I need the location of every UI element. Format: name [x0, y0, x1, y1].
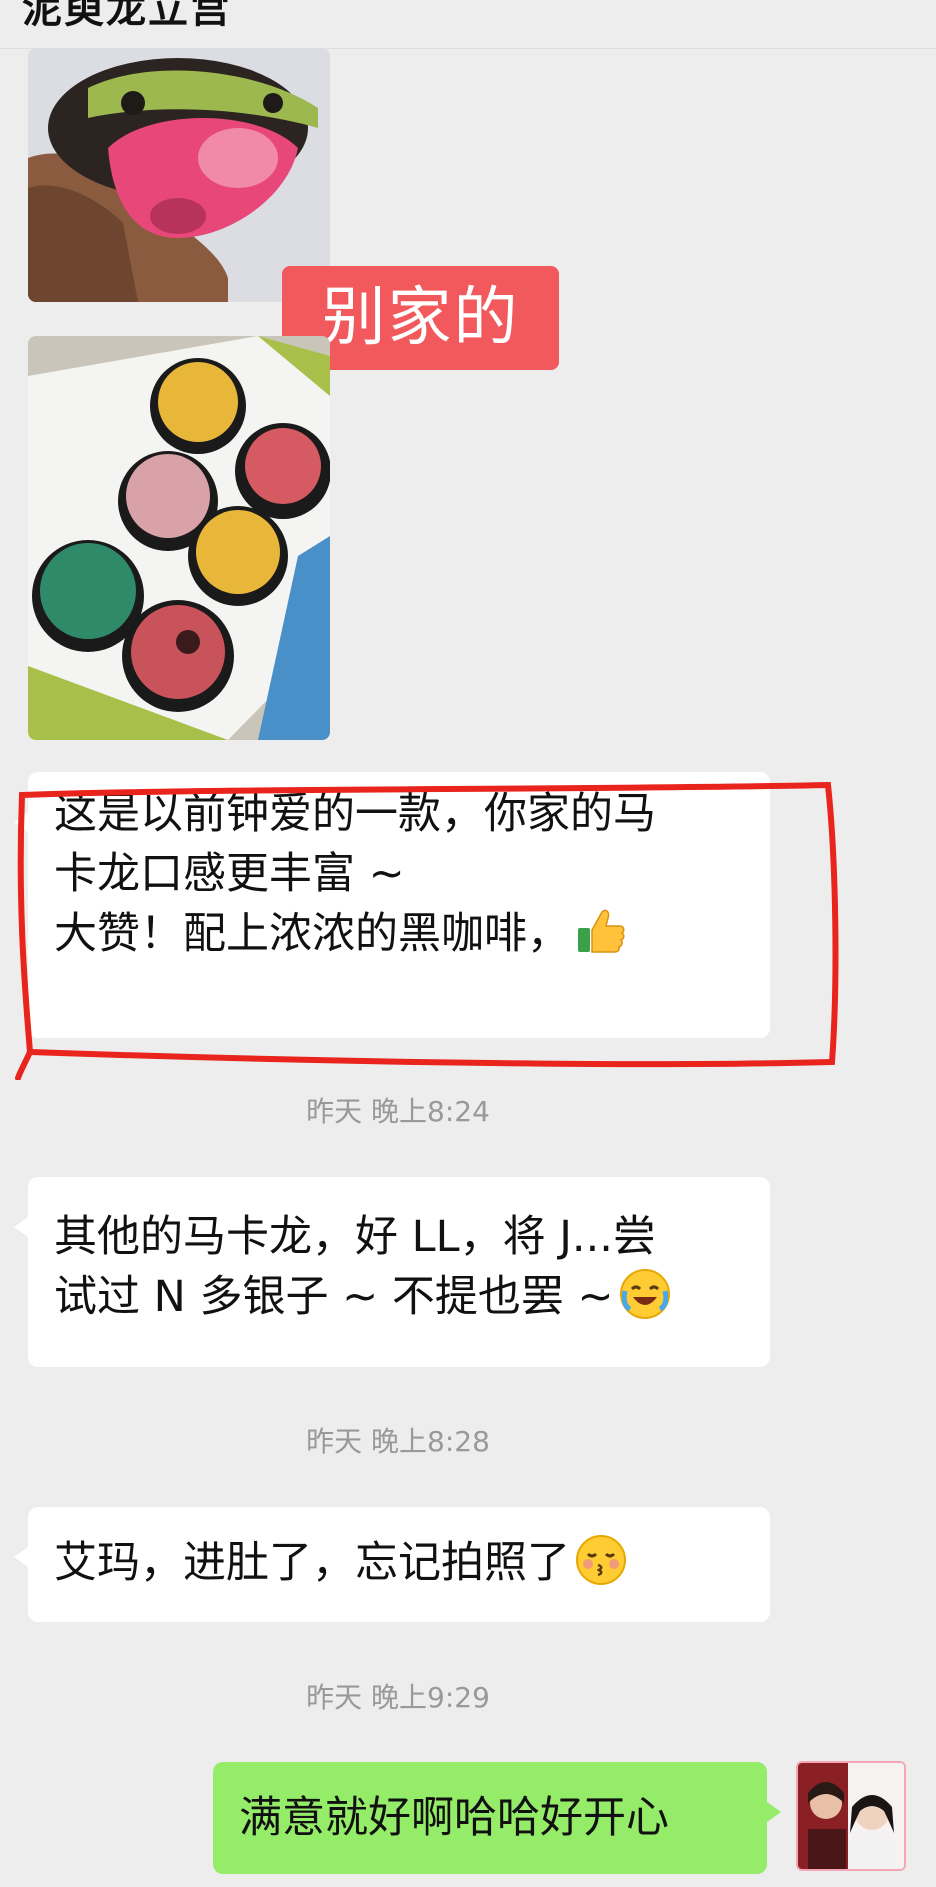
- message-1-line-2: 卡龙口感更丰富 ~: [54, 849, 405, 899]
- message-bubble-1[interactable]: 这是以前钟爱的一款，你家的马 卡龙口感更丰富 ~ 大赞！配上浓浓的黑咖啡，: [14, 772, 770, 1038]
- macaron-box-image: [28, 336, 330, 740]
- timestamp-3: 昨天 晚上9:29: [306, 1681, 490, 1714]
- message-3-line-1: 艾玛，进肚了，忘记拍照了: [54, 1538, 570, 1588]
- thumbs-up-icon: [576, 906, 626, 956]
- message-2-line-2: 试过 N 多银子 ~ 不提也罢 ~: [54, 1272, 614, 1322]
- message-1-line-3-wrap: 大赞！配上浓浓的黑咖啡，: [54, 904, 744, 964]
- message-bubble-self[interactable]: 满意就好啊哈哈好开心: [213, 1762, 781, 1874]
- message-1-line-3: 大赞！配上浓浓的黑咖啡，: [54, 909, 570, 959]
- message-3-line-1-wrap: 艾玛，进肚了，忘记拍照了: [54, 1533, 744, 1593]
- avatar-image: [798, 1763, 904, 1869]
- chat-title: 泥萸龙立宫: [22, 0, 232, 32]
- timestamp-1: 昨天 晚上8:24: [306, 1095, 490, 1128]
- bitten-macaron-image: [28, 48, 330, 302]
- message-bubble-3[interactable]: 艾玛，进肚了，忘记拍照了: [14, 1507, 770, 1622]
- photo-macaron-box[interactable]: [28, 336, 330, 740]
- message-4-line-1: 满意就好啊哈哈好开心: [239, 1793, 669, 1843]
- laughing-crying-face-icon: [619, 1269, 670, 1319]
- timestamp-2: 昨天 晚上8:28: [306, 1425, 490, 1458]
- kissing-face-icon: [576, 1535, 626, 1585]
- chat-header: 泥萸龙立宫: [0, 0, 936, 49]
- message-2-line-1: 其他的马卡龙，好 LL，将 J...尝: [54, 1212, 656, 1262]
- message-bubble-2[interactable]: 其他的马卡龙，好 LL，将 J...尝 试过 N 多银子 ~ 不提也罢 ~: [14, 1177, 770, 1367]
- message-1-line-1: 这是以前钟爱的一款，你家的马: [54, 789, 656, 839]
- avatar[interactable]: [796, 1761, 906, 1871]
- message-2-line-2-wrap: 试过 N 多银子 ~ 不提也罢 ~: [54, 1267, 744, 1327]
- chat-screen: 泥萸龙立宫 别家的 这是以前钟爱的一款，你家的马 卡龙口感更丰富 ~ 大赞！配上…: [0, 0, 936, 1887]
- photo-bitten-macaron[interactable]: [28, 48, 330, 302]
